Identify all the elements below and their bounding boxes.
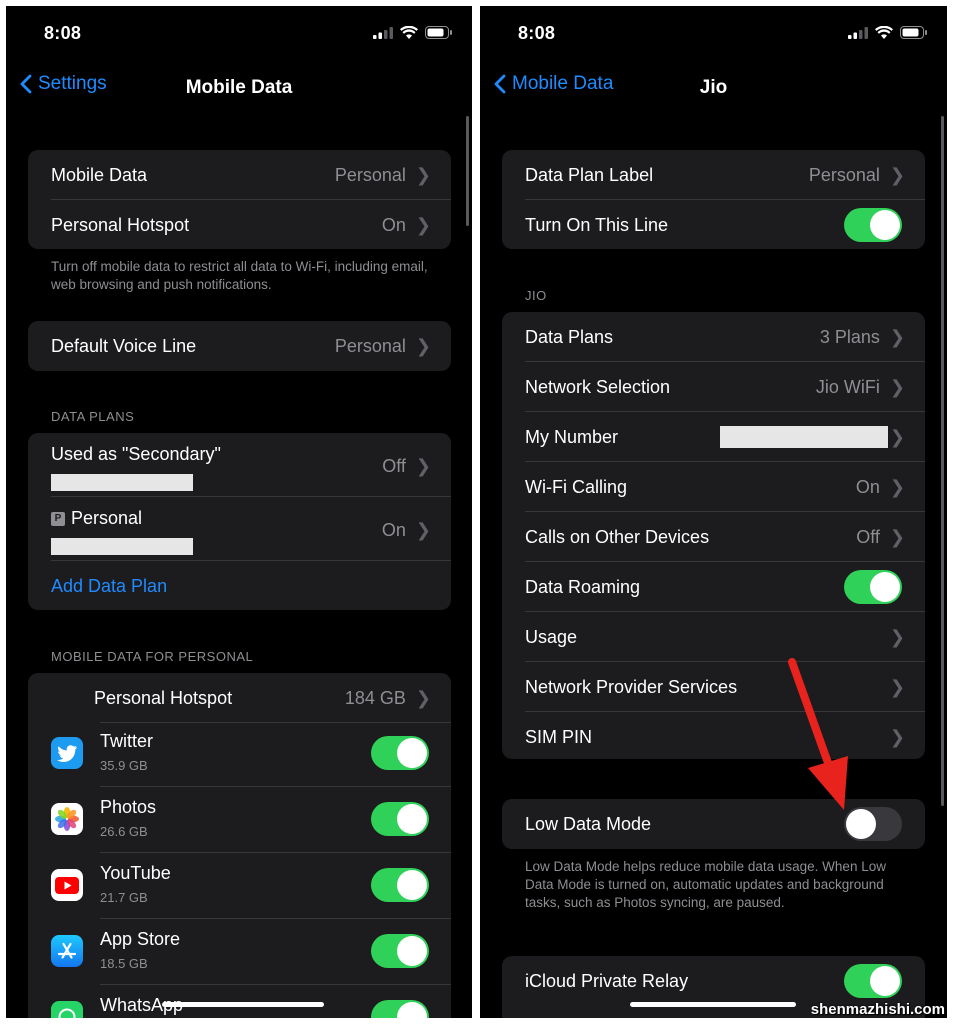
app-size: 18.5 GB xyxy=(100,956,148,971)
app-store-icon xyxy=(51,935,83,967)
wifi-icon xyxy=(400,26,418,39)
redacted-number xyxy=(51,474,193,491)
usage-header: MOBILE DATA FOR PERSONAL xyxy=(51,649,254,664)
navigation-bar: Settings Mobile Data xyxy=(6,68,472,112)
status-bar: 8:08 xyxy=(480,6,947,62)
add-data-plan-button[interactable]: Add Data Plan xyxy=(28,561,451,610)
red-arrow-annotation xyxy=(788,658,848,810)
sim-pin-row[interactable]: SIM PIN ❯ xyxy=(502,712,925,759)
twitter-icon xyxy=(51,737,83,769)
wifi-calling-row[interactable]: Wi-Fi Calling On ❯ xyxy=(502,462,925,512)
network-provider-services-row[interactable]: Network Provider Services ❯ xyxy=(502,662,925,712)
status-bar: 8:08 xyxy=(6,6,472,62)
calls-other-devices-row[interactable]: Calls on Other Devices Off ❯ xyxy=(502,512,925,562)
data-plans-group: Used as "Secondary" Off ❯ P Personal On … xyxy=(28,433,451,610)
personal-hotspot-row[interactable]: Personal Hotspot On ❯ xyxy=(28,200,451,249)
turn-on-line-toggle[interactable] xyxy=(844,208,902,242)
navigation-bar: Mobile Data Jio xyxy=(480,68,947,112)
chevron-right-icon: ❯ xyxy=(889,676,905,697)
battery-icon xyxy=(425,26,452,39)
low-data-group: Low Data Mode xyxy=(502,799,925,849)
app-size: 26.6 GB xyxy=(100,824,148,839)
app-size: 35.9 GB xyxy=(100,758,148,773)
chevron-right-icon: ❯ xyxy=(889,626,905,647)
mobile-data-footer: Turn off mobile data to restrict all dat… xyxy=(51,259,428,292)
battery-icon xyxy=(900,26,927,39)
chevron-right-icon: ❯ xyxy=(889,726,905,747)
chevron-right-icon: ❯ xyxy=(889,326,905,347)
home-indicator[interactable] xyxy=(162,1002,324,1007)
page-title: Mobile Data xyxy=(185,77,293,98)
photos-toggle[interactable] xyxy=(371,802,429,836)
app-usage-group: Personal Hotspot 184 GB ❯ Twitter 35.9 G… xyxy=(28,673,451,1018)
low-data-footer: Low Data Mode helps reduce mobile data u… xyxy=(525,859,886,910)
page-title: Jio xyxy=(699,77,728,98)
scroll-indicator[interactable] xyxy=(941,116,944,806)
redacted-number xyxy=(51,538,193,555)
default-voice-line-row[interactable]: Default Voice Line Personal ❯ xyxy=(28,321,451,371)
jio-plan-screen: 8:08 Mobile Data Jio Data Plan Label Per… xyxy=(480,6,947,1018)
chevron-right-icon: ❯ xyxy=(889,526,905,547)
jio-section-header: JIO xyxy=(525,288,547,303)
chevron-right-icon: ❯ xyxy=(889,476,905,497)
chevron-right-icon: ❯ xyxy=(415,164,431,185)
home-indicator[interactable] xyxy=(630,1002,796,1007)
plan-settings-group: Data Plan Label Personal ❯ Turn On This … xyxy=(502,150,925,249)
chevron-right-icon: ❯ xyxy=(889,164,905,185)
data-roaming-toggle[interactable] xyxy=(844,570,902,604)
twitter-toggle[interactable] xyxy=(371,736,429,770)
chevron-right-icon: ❯ xyxy=(415,456,431,476)
mobile-data-group: Mobile Data Personal ❯ Personal Hotspot … xyxy=(28,150,451,249)
whatsapp-icon xyxy=(51,1001,83,1018)
usage-row[interactable]: Usage ❯ xyxy=(502,612,925,662)
jio-group: Data Plans 3 Plans ❯ Network Selection J… xyxy=(502,312,925,759)
youtube-icon xyxy=(51,869,83,901)
app-name: YouTube xyxy=(100,863,171,883)
whatsapp-toggle[interactable] xyxy=(371,1000,429,1018)
icloud-relay-toggle[interactable] xyxy=(844,964,902,998)
app-name: Twitter xyxy=(100,731,154,751)
chevron-right-icon: ❯ xyxy=(415,520,431,540)
data-plans-header: DATA PLANS xyxy=(51,409,135,424)
chevron-right-icon: ❯ xyxy=(889,376,905,397)
status-time: 8:08 xyxy=(44,23,82,43)
youtube-toggle[interactable] xyxy=(371,868,429,902)
network-selection-row[interactable]: Network Selection Jio WiFi ❯ xyxy=(502,362,925,412)
app-name: App Store xyxy=(100,929,181,949)
wifi-icon xyxy=(875,26,893,39)
chevron-right-icon: ❯ xyxy=(889,426,905,447)
mobile-data-screen: 8:08 Settings Mobile Data Mobile Data Pe… xyxy=(6,6,472,1018)
chevron-right-icon: ❯ xyxy=(415,214,431,235)
signal-icon xyxy=(373,26,393,39)
app-size: 21.7 GB xyxy=(100,890,148,905)
signal-icon xyxy=(848,26,868,39)
scroll-indicator[interactable] xyxy=(466,116,469,226)
hotspot-usage-row[interactable]: Personal Hotspot 184 GB ❯ xyxy=(28,673,451,723)
chevron-right-icon: ❯ xyxy=(415,335,431,356)
data-plans-row[interactable]: Data Plans 3 Plans ❯ xyxy=(502,312,925,362)
app-store-toggle[interactable] xyxy=(371,934,429,968)
chevron-right-icon: ❯ xyxy=(415,687,431,708)
redacted-number xyxy=(720,426,888,448)
app-name: Photos xyxy=(100,797,157,817)
mobile-data-row[interactable]: Mobile Data Personal ❯ xyxy=(28,150,451,200)
photos-icon xyxy=(51,803,83,835)
status-time: 8:08 xyxy=(518,23,556,43)
watermark: shenmazhishi.com xyxy=(810,1001,945,1018)
data-plan-label-row[interactable]: Data Plan Label Personal ❯ xyxy=(502,150,925,200)
voice-line-group: Default Voice Line Personal ❯ xyxy=(28,321,451,371)
plan-badge: P xyxy=(51,511,65,526)
